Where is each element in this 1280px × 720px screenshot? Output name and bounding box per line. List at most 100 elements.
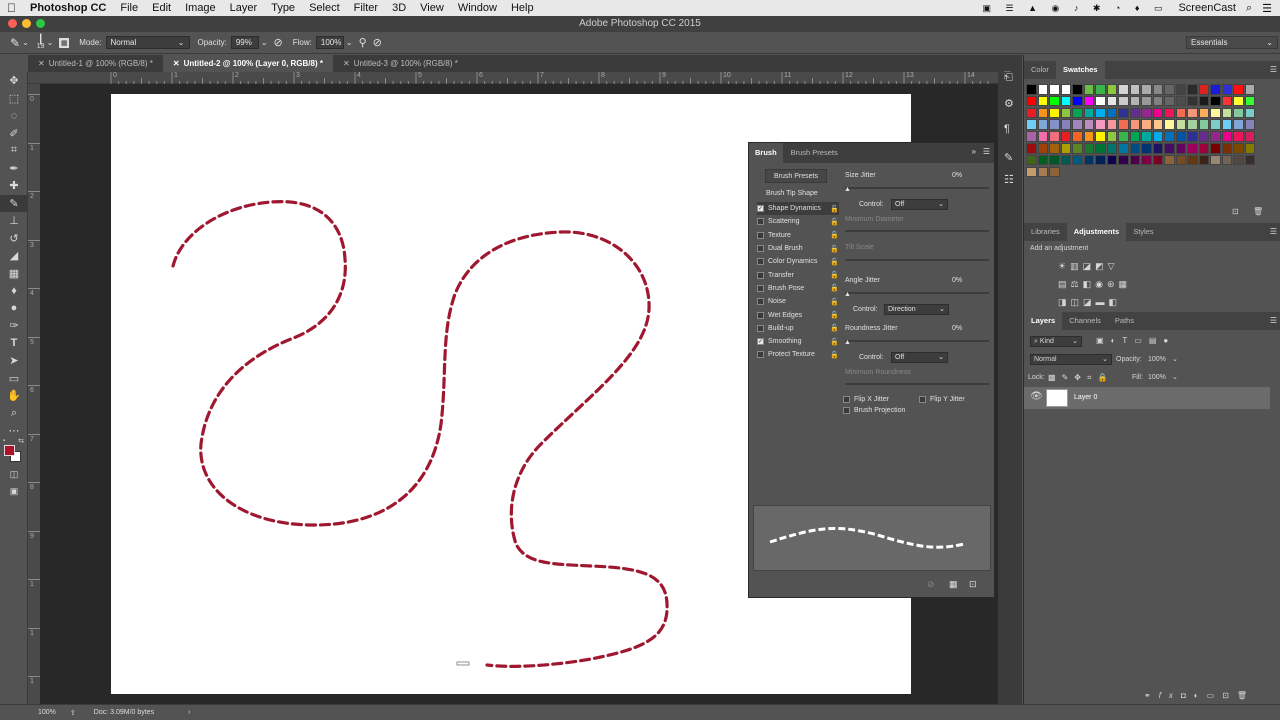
flip-x-jitter[interactable]: Flip X Jitter (843, 396, 889, 403)
color-swatch[interactable] (1083, 131, 1094, 142)
quick-select-tool-icon[interactable]: ✐ (0, 125, 28, 143)
brush-tool-icon[interactable]: ✎ (0, 194, 28, 212)
tab-brush-presets[interactable]: Brush Presets (785, 143, 844, 163)
control3-select[interactable]: Off ⌄ (891, 352, 948, 363)
color-swatch[interactable] (1164, 119, 1175, 130)
flow-field[interactable]: 100% (315, 36, 344, 49)
toggle-live-tip-icon[interactable]: ⊘ (927, 579, 935, 590)
color-swatch[interactable] (1141, 154, 1152, 166)
color-swatch[interactable] (1164, 131, 1175, 142)
color-swatch[interactable] (1152, 143, 1163, 154)
checkbox[interactable] (757, 231, 764, 239)
brush-panel-icon[interactable]: ☷ (1004, 173, 1014, 186)
bw-icon[interactable]: ◧ (1083, 279, 1096, 289)
color-swatch[interactable] (1244, 143, 1255, 154)
color-swatch[interactable] (1037, 119, 1048, 130)
color-swatch[interactable] (1221, 84, 1232, 95)
color-swatch[interactable] (1175, 95, 1186, 107)
color-swatch[interactable] (1106, 143, 1117, 154)
close-icon[interactable]: ✕ (38, 59, 45, 68)
color-swatch[interactable] (1083, 143, 1094, 154)
menu-select[interactable]: Select (302, 2, 347, 14)
chevron-down-icon[interactable]: ⌄ (1172, 355, 1178, 363)
marquee-tool-icon[interactable]: ⬚ (0, 90, 28, 108)
color-swatch[interactable] (1164, 84, 1175, 95)
min-diameter-slider[interactable] (845, 230, 989, 232)
color-swatch[interactable] (1233, 95, 1244, 107)
lock-position-icon[interactable]: ✥ (1074, 373, 1087, 382)
vibrance-icon[interactable]: ▽ (1108, 261, 1119, 271)
curves-icon[interactable]: ◪ (1083, 261, 1096, 271)
color-swatch[interactable] (1152, 95, 1163, 107)
tilt-scale-slider[interactable] (845, 259, 989, 261)
color-swatch[interactable] (1060, 84, 1071, 95)
tab-paths[interactable]: Paths (1108, 312, 1141, 330)
brush-setting-item[interactable]: Noise 🔓 (757, 295, 839, 308)
lock-icon[interactable]: 🔓 (830, 205, 839, 213)
lock-pixels-icon[interactable]: ✎ (1062, 373, 1075, 382)
shape-tool-icon[interactable]: ▭ (0, 370, 28, 388)
brush-panel-toggle-icon[interactable]: ▦ (59, 37, 70, 48)
color-swatch[interactable] (1233, 84, 1244, 95)
checkbox[interactable] (757, 298, 764, 306)
color-swatch[interactable] (1026, 154, 1037, 166)
zoom-window-button[interactable] (36, 19, 45, 28)
brush-setting-item[interactable]: Transfer 🔓 (757, 269, 839, 282)
color-swatch[interactable] (1210, 107, 1221, 119)
checkbox[interactable] (757, 311, 764, 319)
color-swatch[interactable] (1152, 107, 1163, 119)
brush-setting-item[interactable]: Color Dynamics 🔓 (757, 255, 839, 268)
color-swatch[interactable] (1233, 154, 1244, 166)
color-swatch[interactable] (1233, 107, 1244, 119)
layer-name[interactable]: Layer 0 (1074, 394, 1097, 401)
eyedropper-tool-icon[interactable]: ✒ (0, 160, 28, 178)
menu-edit[interactable]: Edit (145, 2, 178, 14)
color-swatch[interactable] (1106, 84, 1117, 95)
panel-menu-icon[interactable]: ☰ (1270, 223, 1277, 241)
color-swatch[interactable] (1221, 154, 1232, 166)
path-select-tool-icon[interactable]: ➤ (0, 352, 28, 370)
checkbox[interactable] (757, 324, 764, 332)
color-swatch[interactable] (1049, 119, 1060, 130)
color-swatch[interactable] (1175, 119, 1186, 130)
color-swatch[interactable] (1141, 143, 1152, 154)
color-swatch[interactable] (1164, 154, 1175, 166)
brush-tool-icon[interactable]: ✎ (10, 36, 20, 50)
fx-icon[interactable]: fx (1159, 691, 1181, 700)
checkbox[interactable] (757, 271, 764, 279)
color-swatch[interactable] (1049, 107, 1060, 119)
checkbox[interactable] (757, 284, 764, 292)
foreground-color-swatch[interactable] (4, 444, 15, 456)
color-swatch[interactable] (1210, 84, 1221, 95)
color-swatch[interactable] (1095, 131, 1106, 142)
color-swatch[interactable] (1049, 84, 1060, 95)
dodge-tool-icon[interactable]: ● (0, 300, 28, 318)
menu-file[interactable]: File (113, 2, 145, 14)
color-swatch[interactable] (1060, 143, 1071, 154)
color-swatch[interactable] (1026, 95, 1037, 107)
color-swatches[interactable]: ▪ ⇆ (0, 438, 28, 466)
color-swatch[interactable] (1141, 84, 1152, 95)
color-swatch[interactable] (1233, 119, 1244, 130)
color-swatch[interactable] (1072, 143, 1083, 154)
color-swatch[interactable] (1049, 166, 1060, 178)
panel-menu-icon[interactable]: ☰ (1270, 61, 1277, 79)
angle-jitter-slider[interactable] (845, 292, 989, 294)
roundness-jitter-slider[interactable] (845, 340, 989, 342)
color-swatch[interactable] (1244, 107, 1255, 119)
brush-setting-item[interactable]: ✓ Smoothing 🔓 (757, 335, 839, 348)
color-swatch[interactable] (1060, 95, 1071, 107)
new-brush-icon[interactable]: ⊡ (969, 579, 977, 590)
color-swatch[interactable] (1198, 143, 1209, 154)
color-swatch[interactable] (1083, 107, 1094, 119)
color-swatch[interactable] (1221, 107, 1232, 119)
ruler-horizontal[interactable]: 0 1 2 3 4 5 6 7 8 9 10 11 12 13 14 (28, 72, 998, 84)
checkbox[interactable] (757, 258, 764, 266)
color-swatch[interactable] (1210, 131, 1221, 142)
close-icon[interactable]: ✕ (173, 59, 180, 68)
brush-preset-picker[interactable]: ┃ 19 (37, 34, 45, 50)
color-swatch[interactable] (1095, 107, 1106, 119)
color-swatch[interactable] (1037, 143, 1048, 154)
adjust-filter-icon[interactable]: ◐ (1111, 336, 1123, 345)
color-swatch[interactable] (1152, 119, 1163, 130)
